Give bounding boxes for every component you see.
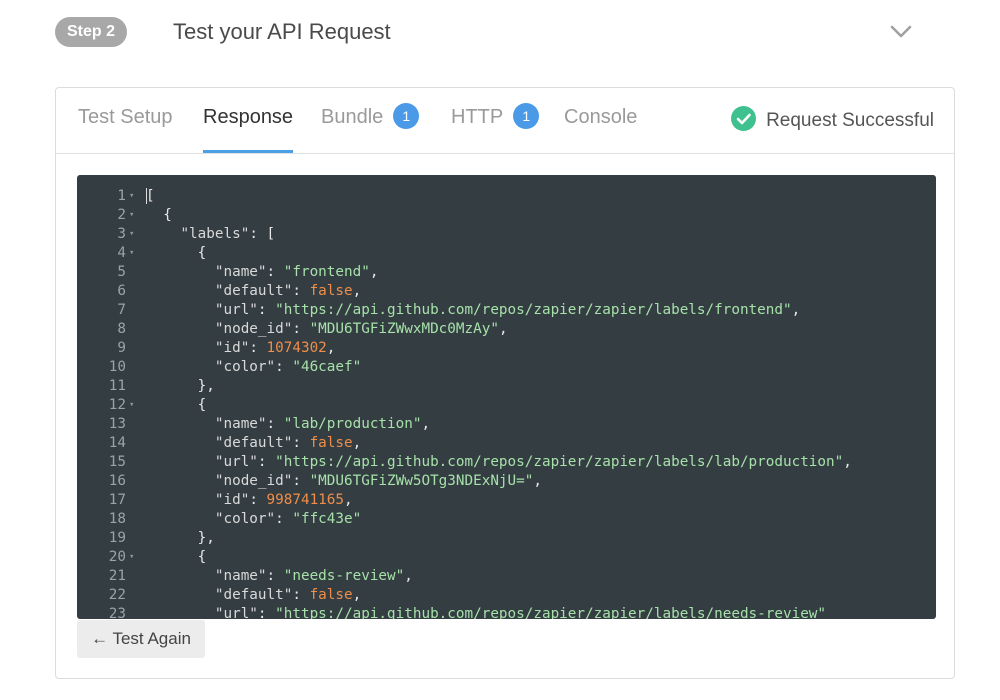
tab-console[interactable]: Console — [564, 88, 637, 153]
check-circle-icon — [731, 106, 757, 131]
code-text: "default": false, — [214, 435, 362, 451]
code-line: 22 "default": false, — [77, 586, 936, 605]
code-line: 13 "name": "lab/production", — [77, 415, 936, 434]
line-number: 17 — [108, 492, 126, 508]
code-text: "url": "https://api.github.com/repos/zap… — [214, 302, 801, 318]
fold-toggle-icon[interactable]: ▾ — [129, 548, 139, 567]
response-code-editor[interactable]: 1 ▾[2 ▾ {3 ▾ "labels": [4 ▾ {5 "name": "fron… — [77, 175, 936, 619]
code-text: "name": "frontend", — [214, 264, 379, 280]
code-line: 12 ▾ { — [77, 396, 936, 415]
line-number: 20 — [108, 549, 126, 565]
line-number: 11 — [108, 378, 126, 394]
fold-toggle-icon[interactable]: ▾ — [129, 244, 139, 263]
step-title: Test your API Request — [173, 19, 391, 44]
code-line: 16 "node_id": "MDU6TGFiZWw5OTg3NDExNjU="… — [77, 472, 936, 491]
code-text: }, — [146, 378, 215, 394]
code-line: 19 }, — [77, 529, 936, 548]
code-text: "node_id": "MDU6TGFiZWwxMDc0MzAy", — [214, 321, 508, 337]
line-number: 1 — [117, 188, 126, 204]
code-line: 21 "name": "needs-review", — [77, 567, 936, 586]
code-line: 17 "id": 998741165, — [77, 491, 936, 510]
code-text: "default": false, — [214, 587, 362, 603]
code-line: 4 ▾ { — [77, 244, 936, 263]
code-text: { — [146, 549, 207, 565]
line-number: 18 — [108, 511, 126, 527]
tab-http[interactable]: HTTP 1 — [451, 88, 540, 153]
code-text: "color": "ffc43e" — [214, 511, 362, 527]
line-number: 4 — [117, 245, 126, 261]
code-line: 8 "node_id": "MDU6TGFiZWwxMDc0MzAy", — [77, 320, 936, 339]
test-panel: Test Setup Response Bundle 1 HTTP 1 Consol… — [55, 87, 955, 679]
line-number: 15 — [108, 454, 126, 470]
code-line: 20 ▾ { — [77, 548, 936, 567]
code-line: 10 "color": "46caef" — [77, 358, 936, 377]
code-text: "url": "https://api.github.com/repos/zap… — [214, 454, 852, 470]
code-text: { — [146, 245, 207, 261]
code-line: 18 "color": "ffc43e" — [77, 510, 936, 529]
fold-toggle-icon[interactable]: ▾ — [129, 396, 139, 415]
line-number: 13 — [108, 416, 126, 432]
line-number: 9 — [117, 340, 126, 356]
code-text: "labels": [ — [180, 226, 276, 242]
code-text: { — [146, 207, 172, 223]
line-number: 14 — [108, 435, 126, 451]
tab-label: Console — [564, 106, 638, 128]
code-text: "default": false, — [214, 283, 362, 299]
request-status: Request Successful — [731, 106, 934, 134]
code-text: "color": "46caef" — [214, 359, 362, 375]
line-number: 6 — [117, 283, 126, 299]
code-text: "name": "lab/production", — [214, 416, 431, 432]
tab-count-badge: 1 — [393, 103, 420, 129]
line-number: 21 — [108, 568, 126, 584]
status-text: Request Successful — [766, 110, 934, 131]
test-again-button[interactable]: ← Test Again — [77, 620, 205, 658]
tab-label: Bundle — [321, 106, 384, 128]
code-text: "node_id": "MDU6TGFiZWw5OTg3NDExNjU=", — [214, 473, 542, 489]
step-badge: Step 2 — [55, 17, 128, 47]
line-number: 3 — [117, 226, 126, 242]
code-text: }, — [146, 530, 215, 546]
code-text: "id": 998741165, — [214, 492, 353, 508]
code-line: 14 "default": false, — [77, 434, 936, 453]
line-number: 8 — [117, 321, 126, 337]
tab-count-badge: 1 — [513, 103, 540, 129]
code-text: { — [146, 397, 207, 413]
line-number: 2 — [117, 207, 126, 223]
tab-bar: Test Setup Response Bundle 1 HTTP 1 Consol… — [56, 88, 954, 154]
code-line: 7 "url": "https://api.github.com/repos/z… — [77, 301, 936, 320]
line-number: 23 — [108, 606, 126, 619]
tab-bundle[interactable]: Bundle 1 — [321, 88, 420, 153]
line-number: 10 — [108, 359, 126, 375]
code-text: "url": "https://api.github.com/repos/zap… — [214, 606, 827, 619]
fold-toggle-icon[interactable]: ▾ — [129, 225, 139, 244]
code-line: 3 ▾ "labels": [ — [77, 225, 936, 244]
code-text: [ — [146, 188, 155, 204]
tab-response[interactable]: Response — [203, 88, 294, 153]
code-line: 9 "id": 1074302, — [77, 339, 936, 358]
line-number: 5 — [117, 264, 126, 280]
fold-toggle-icon[interactable]: ▾ — [129, 206, 139, 225]
code-line: 2 ▾ { — [77, 206, 936, 225]
line-number: 12 — [108, 397, 126, 413]
code-line: 1 ▾ [ — [77, 187, 936, 206]
code-line: 5 "name": "frontend", — [77, 263, 936, 282]
code-line: 23 "url": "https://api.github.com/repos/… — [77, 605, 936, 619]
code-text: "name": "needs-review", — [214, 568, 413, 584]
fold-toggle-icon[interactable]: ▾ — [129, 187, 139, 206]
line-number: 7 — [117, 302, 126, 318]
chevron-down-icon[interactable] — [888, 18, 914, 44]
step-header: Step 2 Test your API Request — [0, 0, 1000, 64]
code-text: "id": 1074302, — [214, 340, 336, 356]
line-number: 16 — [108, 473, 126, 489]
tab-label: Test Setup — [78, 106, 173, 128]
tab-test-setup[interactable]: Test Setup — [78, 88, 173, 153]
line-number: 19 — [108, 530, 126, 546]
code-line: 11 }, — [77, 377, 936, 396]
line-number: 22 — [108, 587, 126, 603]
tab-label: Response — [203, 106, 294, 128]
code-line: 15 "url": "https://api.github.com/repos/… — [77, 453, 936, 472]
code-line: 6 "default": false, — [77, 282, 936, 301]
tab-label: HTTP — [451, 106, 504, 128]
